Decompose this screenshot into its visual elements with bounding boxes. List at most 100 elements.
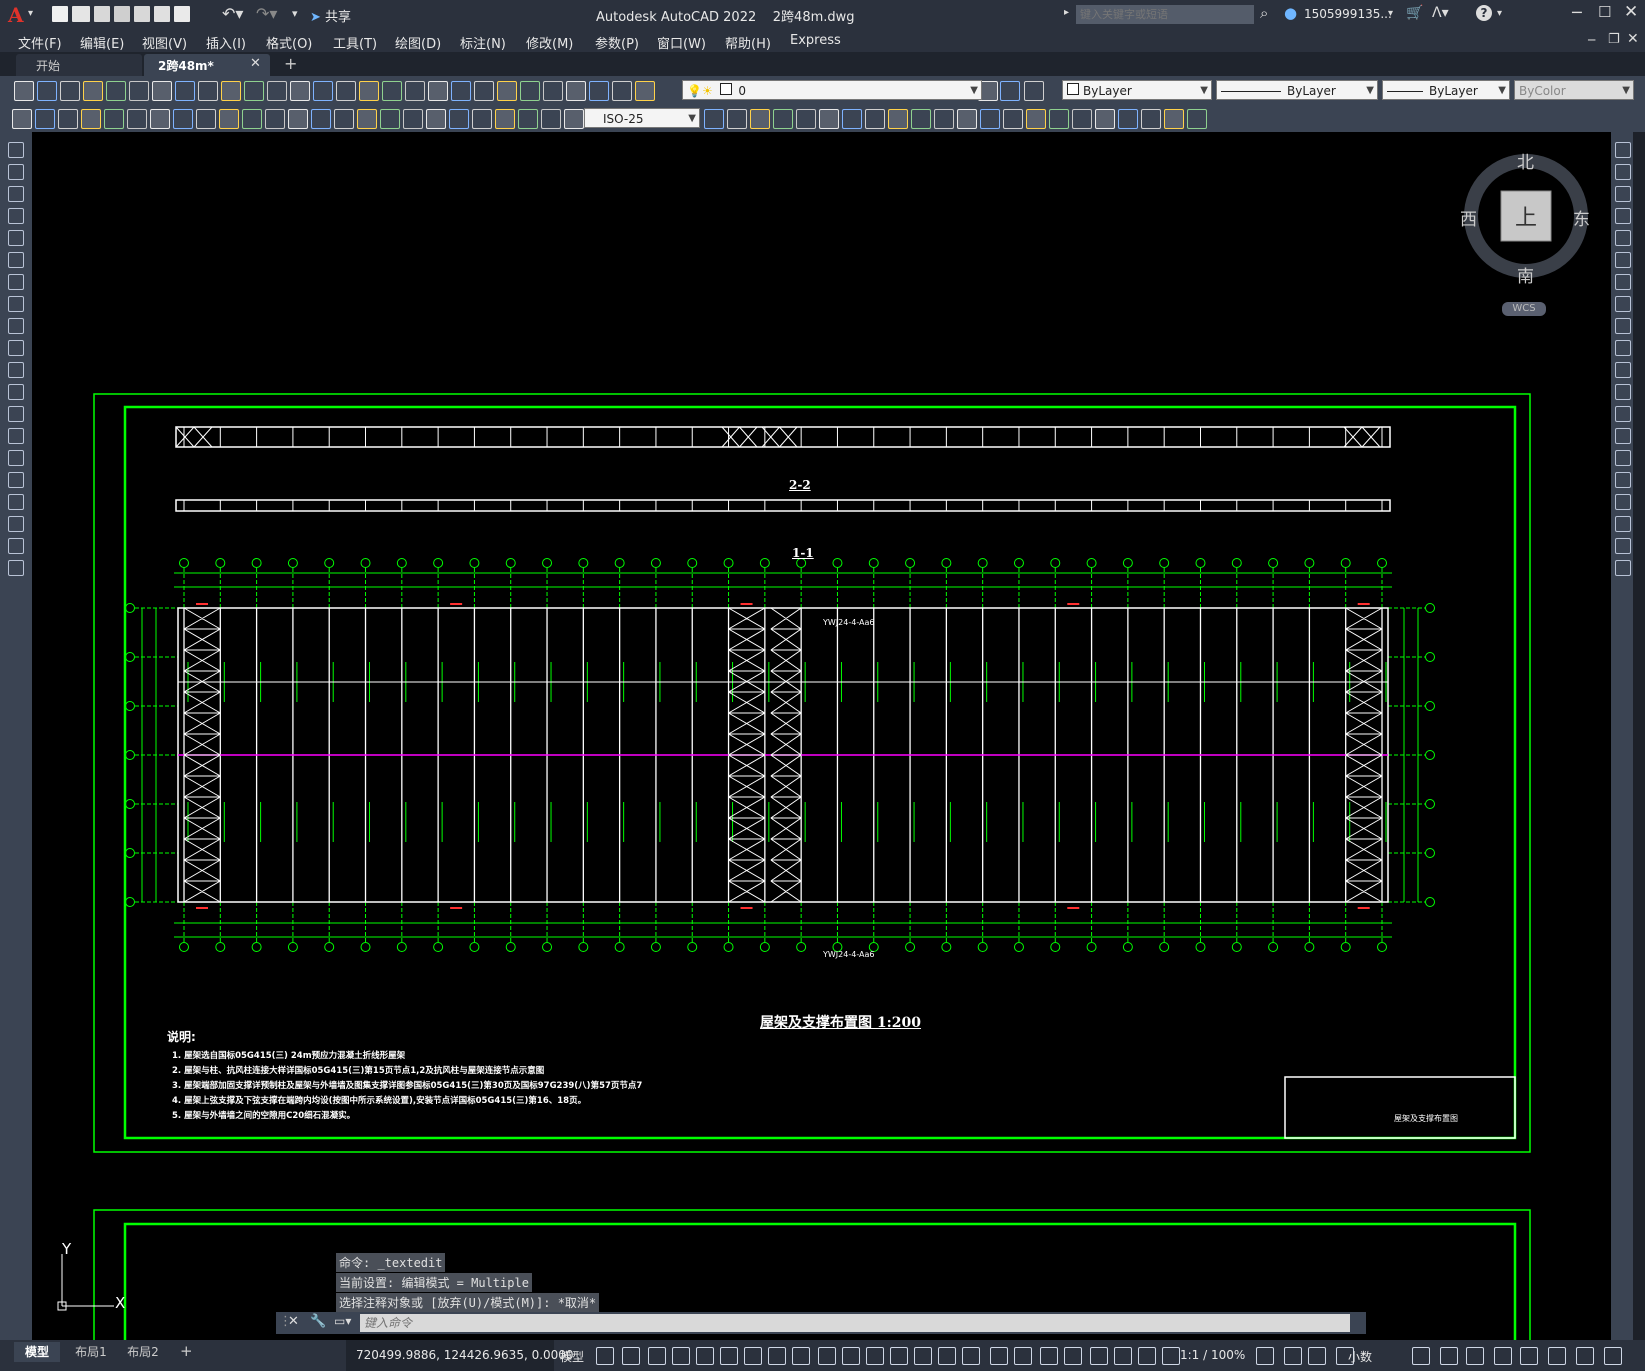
new-tab-icon[interactable]: + — [284, 54, 297, 73]
status-toggle-icon[interactable] — [866, 1347, 884, 1365]
modify-tool-icon[interactable] — [1615, 472, 1631, 488]
status-toggle-icon[interactable] — [1014, 1347, 1032, 1365]
menu-edit[interactable]: 编辑(E) — [80, 33, 124, 52]
modify-tool-icon[interactable] — [1615, 230, 1631, 246]
draw-tool-icon[interactable] — [8, 472, 24, 488]
menu-format[interactable]: 格式(O) — [266, 33, 312, 52]
minimize-icon[interactable]: ─ — [1572, 3, 1582, 22]
status-toggle-icon[interactable] — [818, 1347, 836, 1365]
dimension-tool-icon[interactable] — [104, 109, 124, 129]
user-chevron-icon[interactable]: ▾ — [1388, 8, 1393, 19]
doc-close-icon[interactable]: ✕ — [1627, 31, 1639, 47]
standard-tool-icon[interactable] — [129, 81, 149, 101]
draw-tool-icon[interactable] — [8, 230, 24, 246]
layer-tool-icon[interactable] — [1000, 81, 1020, 101]
status-toggle-icon[interactable] — [1520, 1347, 1538, 1365]
modify-tool-icon[interactable] — [1615, 142, 1631, 158]
dimension-tool-icon[interactable] — [472, 109, 492, 129]
draw-tool-icon[interactable] — [8, 208, 24, 224]
model-space-button[interactable]: 模型 — [560, 1348, 584, 1365]
dimension-tool-icon[interactable] — [58, 109, 78, 129]
maximize-icon[interactable]: ☐ — [1598, 3, 1611, 21]
standard-tool-icon[interactable] — [60, 81, 80, 101]
menu-tools[interactable]: 工具(T) — [333, 33, 377, 52]
standard-tool-icon[interactable] — [382, 81, 402, 101]
dimension-tool-icon[interactable] — [196, 109, 216, 129]
viewcube-east[interactable]: 东 — [1573, 205, 1590, 230]
draw-tool-icon[interactable] — [8, 494, 24, 510]
drawing-canvas[interactable] — [32, 132, 1611, 1340]
standard-tool-icon[interactable] — [313, 81, 333, 101]
modify-tool-icon[interactable] — [1615, 494, 1631, 510]
dimension-tool-icon[interactable] — [796, 109, 816, 129]
doc-minimize-icon[interactable]: ─ — [1588, 33, 1595, 47]
standard-tool-icon[interactable] — [497, 81, 517, 101]
dimension-tool-icon[interactable] — [311, 109, 331, 129]
user-icon[interactable]: ● — [1284, 4, 1297, 22]
dimension-tool-icon[interactable] — [1049, 109, 1069, 129]
dimension-tool-icon[interactable] — [219, 109, 239, 129]
viewcube-west[interactable]: 西 — [1460, 205, 1477, 230]
dimension-tool-icon[interactable] — [150, 109, 170, 129]
menu-parametric[interactable]: 参数(P) — [595, 33, 639, 52]
draw-tool-icon[interactable] — [8, 252, 24, 268]
export-icon[interactable] — [134, 6, 150, 22]
dimension-tool-icon[interactable] — [934, 109, 954, 129]
draw-tool-icon[interactable] — [8, 428, 24, 444]
modify-tool-icon[interactable] — [1615, 186, 1631, 202]
standard-tool-icon[interactable] — [405, 81, 425, 101]
standard-tool-icon[interactable] — [451, 81, 471, 101]
draw-tool-icon[interactable] — [8, 538, 24, 554]
dimension-tool-icon[interactable] — [541, 109, 561, 129]
dimension-tool-icon[interactable] — [704, 109, 724, 129]
standard-tool-icon[interactable] — [474, 81, 494, 101]
menu-draw[interactable]: 绘图(D) — [395, 33, 441, 52]
share-button[interactable]: ➤ 共享 — [310, 6, 351, 25]
dimension-tool-icon[interactable] — [750, 109, 770, 129]
status-toggle-icon[interactable] — [1412, 1347, 1430, 1365]
dimension-tool-icon[interactable] — [842, 109, 862, 129]
status-toggle-icon[interactable] — [720, 1347, 738, 1365]
dimension-tool-icon[interactable] — [426, 109, 446, 129]
autocad-logo-icon[interactable]: A — [8, 3, 24, 27]
dimension-tool-icon[interactable] — [81, 109, 101, 129]
standard-tool-icon[interactable] — [83, 81, 103, 101]
standard-tool-icon[interactable] — [520, 81, 540, 101]
menu-file[interactable]: 文件(F) — [18, 33, 62, 52]
dimension-tool-icon[interactable] — [1003, 109, 1023, 129]
status-toggle-icon[interactable] — [1494, 1347, 1512, 1365]
dimension-tool-icon[interactable] — [727, 109, 747, 129]
dimension-tool-icon[interactable] — [357, 109, 377, 129]
linetype-dropdown[interactable]: ByLayer ▼ — [1216, 80, 1378, 100]
standard-tool-icon[interactable] — [244, 81, 264, 101]
draw-tool-icon[interactable] — [8, 142, 24, 158]
layer-tool-icon[interactable] — [1024, 81, 1044, 101]
standard-tool-icon[interactable] — [290, 81, 310, 101]
status-toggle-icon[interactable] — [1090, 1347, 1108, 1365]
draw-tool-icon[interactable] — [8, 516, 24, 532]
tab-close-icon[interactable]: ✕ — [250, 56, 261, 71]
dimension-tool-icon[interactable] — [1164, 109, 1184, 129]
standard-tool-icon[interactable] — [221, 81, 241, 101]
status-toggle-icon[interactable] — [962, 1347, 980, 1365]
modify-tool-icon[interactable] — [1615, 560, 1631, 576]
layout-tab-model[interactable]: 模型 — [14, 1342, 60, 1362]
annotation-scale[interactable]: 1:1 / 100% — [1180, 1348, 1245, 1362]
status-toggle-icon[interactable] — [768, 1347, 786, 1365]
standard-tool-icon[interactable] — [198, 81, 218, 101]
dimension-tool-icon[interactable] — [518, 109, 538, 129]
search-icon[interactable]: ⌕ — [1260, 4, 1268, 22]
dimension-tool-icon[interactable] — [173, 109, 193, 129]
dimension-tool-icon[interactable] — [12, 109, 32, 129]
status-toggle-icon[interactable] — [1162, 1347, 1180, 1365]
standard-tool-icon[interactable] — [336, 81, 356, 101]
status-toggle-icon[interactable] — [744, 1347, 762, 1365]
menu-dimension[interactable]: 标注(N) — [460, 33, 506, 52]
draw-tool-icon[interactable] — [8, 450, 24, 466]
dimension-tool-icon[interactable] — [888, 109, 908, 129]
units-display[interactable]: 小数 — [1348, 1348, 1372, 1365]
tab-drawing[interactable]: 2跨48m* ✕ — [144, 54, 270, 76]
status-toggle-icon[interactable] — [990, 1347, 1008, 1365]
status-toggle-icon[interactable] — [1064, 1347, 1082, 1365]
modify-tool-icon[interactable] — [1615, 406, 1631, 422]
